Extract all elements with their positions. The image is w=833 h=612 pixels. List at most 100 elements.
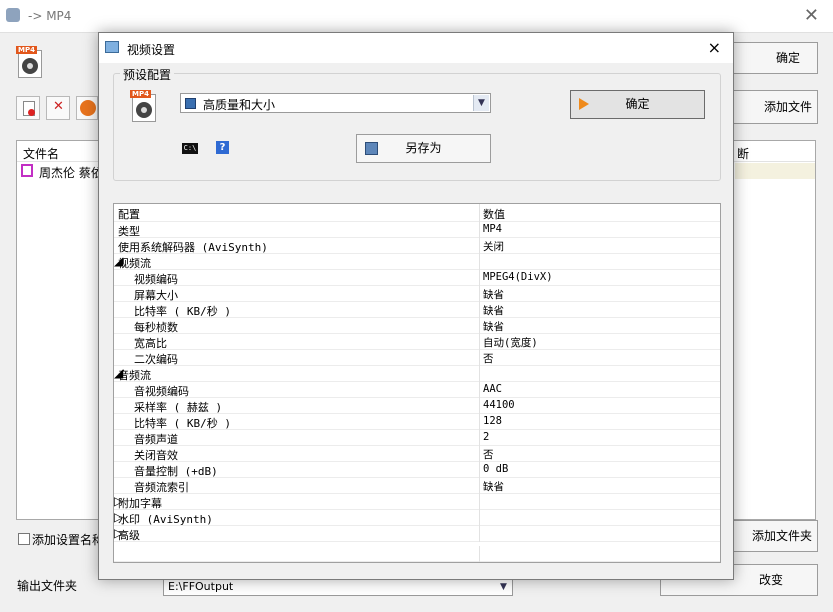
grid-category-row[interactable]: ◢ 音频流	[114, 366, 720, 382]
grid-row-key: 宽高比	[134, 337, 167, 350]
grid-row-value[interactable]: 缺省	[483, 287, 504, 302]
help-icon[interactable]: ?	[216, 141, 229, 154]
grid-row[interactable]: 音视频编码 AAC	[114, 382, 720, 398]
grid-row[interactable]: 类型 MP4	[114, 222, 720, 238]
grid-column-separator	[479, 462, 480, 478]
grid-row-value[interactable]: MPEG4(DivX)	[483, 271, 553, 283]
main-close-icon[interactable]: ✕	[804, 5, 819, 26]
grid-row-value[interactable]: 否	[483, 447, 494, 462]
floppy-disk-icon	[365, 142, 378, 155]
save-as-label: 另存为	[405, 141, 442, 155]
grid-column-separator	[479, 478, 480, 494]
grid-row-key: 音频流索引	[134, 481, 189, 494]
add-setting-checkbox[interactable]	[18, 533, 30, 545]
grid-column-separator	[479, 350, 480, 366]
grid-row-key: 类型	[118, 225, 140, 238]
preset-group: 预设配置 MP4 高质量和大小 ▼ 确定 C:\ ? 另存为	[113, 66, 721, 181]
grid-category-row[interactable]: ▷ 附加字幕	[114, 494, 720, 510]
play-icon	[80, 100, 96, 116]
grid-row[interactable]: 关闭音效 否	[114, 446, 720, 462]
grid-column-separator	[479, 494, 480, 510]
grid-row[interactable]: 比特率 ( KB/秒 ) 128	[114, 414, 720, 430]
grid-row-value[interactable]: 128	[483, 415, 502, 427]
settings-grid[interactable]: 配置 数值 类型 MP4 使用系统解码器 (AviSynth) 关闭 ◢ 视频流 视频编码 M…	[113, 203, 721, 563]
file-name: 周杰伦 蔡依	[39, 166, 103, 180]
grid-row-value[interactable]: 缺省	[483, 479, 504, 494]
grid-column-separator	[479, 414, 480, 430]
add-setting-label: 添加设置名称	[32, 533, 105, 547]
grid-row[interactable]: 使用系统解码器 (AviSynth) 关闭	[114, 238, 720, 254]
grid-row[interactable]: 屏幕大小 缺省	[114, 286, 720, 302]
grid-row-key: 音频流	[118, 369, 151, 382]
preset-select-value: 高质量和大小	[203, 98, 276, 112]
grid-row-key: 视频流	[118, 257, 151, 270]
dialog-ok-button[interactable]: 确定	[570, 90, 705, 119]
grid-row[interactable]: 宽高比 自动(宽度)	[114, 334, 720, 350]
grid-row[interactable]: 音频声道 2	[114, 430, 720, 446]
grid-row-key: 附加字幕	[118, 497, 162, 510]
change-label: 改变	[758, 573, 783, 587]
dialog-title-bar: 视频设置 ×	[99, 33, 733, 63]
preset-chevron-down-icon[interactable]: ▼	[473, 95, 489, 111]
file-icon	[21, 164, 33, 177]
grid-row-key: 音视频编码	[134, 385, 189, 398]
video-settings-dialog: 视频设置 × 预设配置 MP4 高质量和大小 ▼ 确定 C:\ ? 另存为 配置…	[98, 32, 734, 580]
grid-category-row[interactable]: ▷ 高级	[114, 526, 720, 542]
grid-row-key: 音频声道	[134, 433, 178, 446]
grid-row-value[interactable]: 关闭	[483, 239, 504, 254]
grid-row-key: 采样率 ( 赫兹 )	[134, 401, 223, 414]
file-row-status-cell	[735, 163, 815, 179]
grid-row[interactable]: 采样率 ( 赫兹 ) 44100	[114, 398, 720, 414]
grid-column-separator	[479, 382, 480, 398]
grid-row-value[interactable]: 44100	[483, 399, 515, 411]
grid-row-value[interactable]: 否	[483, 351, 494, 366]
column-filename[interactable]: 文件名	[23, 145, 59, 162]
grid-column-separator	[479, 430, 480, 446]
grid-column-separator	[479, 254, 480, 270]
grid-row[interactable]: 音量控制 (+dB) 0 dB	[114, 462, 720, 478]
grid-column-separator	[479, 526, 480, 542]
grid-row-value[interactable]: 2	[483, 431, 489, 443]
grid-row-value[interactable]: 缺省	[483, 303, 504, 318]
grid-row-value[interactable]: 缺省	[483, 319, 504, 334]
output-folder-value: E:\FFOutput	[168, 580, 234, 593]
grid-row-key: 水印 (AviSynth)	[118, 513, 213, 526]
chevron-down-icon[interactable]: ▼	[496, 579, 511, 594]
grid-row[interactable]: 比特率 ( KB/秒 ) 缺省	[114, 302, 720, 318]
grid-category-row[interactable]: ◢ 视频流	[114, 254, 720, 270]
grid-column-separator	[479, 286, 480, 302]
dialog-close-icon[interactable]: ×	[708, 38, 721, 57]
grid-row[interactable]: 每秒桢数 缺省	[114, 318, 720, 334]
grid-column-separator	[479, 302, 480, 318]
grid-row-value[interactable]: 自动(宽度)	[483, 335, 538, 350]
grid-row-key: 高级	[118, 529, 140, 542]
grid-row-value[interactable]: 0 dB	[483, 463, 508, 475]
grid-category-row[interactable]: ▷ 水印 (AviSynth)	[114, 510, 720, 526]
image-icon	[105, 41, 119, 53]
grid-header-value: 数值	[483, 208, 505, 221]
new-task-button[interactable]	[16, 96, 40, 120]
play-button[interactable]	[76, 96, 98, 120]
main-title-bar: -> MP4 ✕	[0, 0, 833, 33]
grid-row-key: 比特率 ( KB/秒 )	[134, 417, 231, 430]
delete-button[interactable]: ✕	[46, 96, 70, 120]
grid-row-key: 屏幕大小	[134, 289, 178, 302]
save-as-button[interactable]: 另存为	[356, 134, 491, 163]
command-line-icon[interactable]: C:\	[182, 143, 198, 154]
column-status[interactable]: 断	[737, 145, 749, 162]
film-icon	[185, 98, 196, 109]
preset-select[interactable]: 高质量和大小 ▼	[180, 93, 491, 113]
main-window-title: -> MP4	[28, 9, 72, 23]
app-icon	[6, 8, 20, 22]
grid-row[interactable]: 视频编码 MPEG4(DivX)	[114, 270, 720, 286]
grid-row-value[interactable]: MP4	[483, 223, 502, 235]
grid-row[interactable]: 音频流索引 缺省	[114, 478, 720, 494]
grid-row-key: 二次编码	[134, 353, 178, 366]
dialog-ok-label: 确定	[625, 97, 650, 111]
grid-column-separator	[479, 318, 480, 334]
grid-column-separator	[479, 334, 480, 350]
grid-column-separator	[479, 270, 480, 286]
grid-row[interactable]: 二次编码 否	[114, 350, 720, 366]
grid-row-value[interactable]: AAC	[483, 383, 502, 395]
grid-row-key: 关闭音效	[134, 449, 178, 462]
